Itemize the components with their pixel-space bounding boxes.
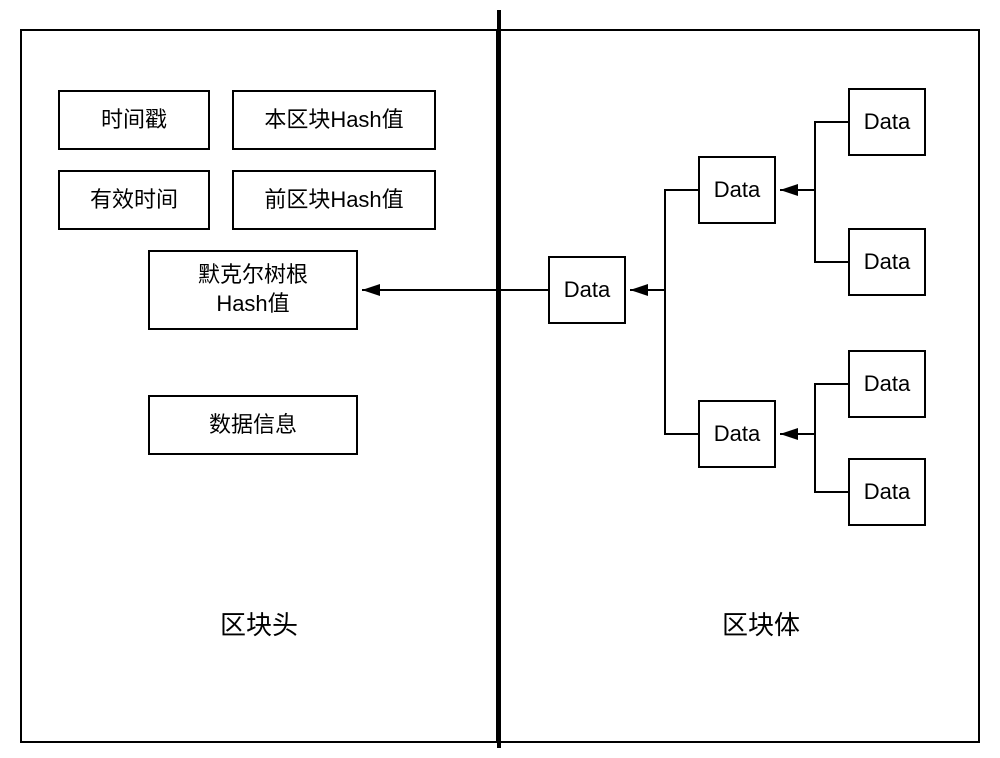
data-info-box: 数据信息 [148, 395, 358, 455]
merkle-node-mid-1: Data [698, 156, 776, 224]
block-body-label: 区块体 [722, 605, 800, 642]
merkle-leaf-2: Data [848, 228, 926, 296]
merkle-root-box: 默克尔树根 Hash值 [148, 250, 358, 330]
this-block-hash-box: 本区块Hash值 [232, 90, 436, 150]
diagram-canvas: 时间戳 本区块Hash值 有效时间 前区块Hash值 默克尔树根 Hash值 数… [0, 0, 1000, 758]
merkle-leaf-3: Data [848, 350, 926, 418]
prev-block-hash-box: 前区块Hash值 [232, 170, 436, 230]
center-divider [497, 10, 501, 748]
timestamp-box: 时间戳 [58, 90, 210, 150]
merkle-leaf-1: Data [848, 88, 926, 156]
block-header-label: 区块头 [220, 605, 298, 642]
valid-time-box: 有效时间 [58, 170, 210, 230]
merkle-leaf-4: Data [848, 458, 926, 526]
merkle-node-root: Data [548, 256, 626, 324]
merkle-node-mid-2: Data [698, 400, 776, 468]
